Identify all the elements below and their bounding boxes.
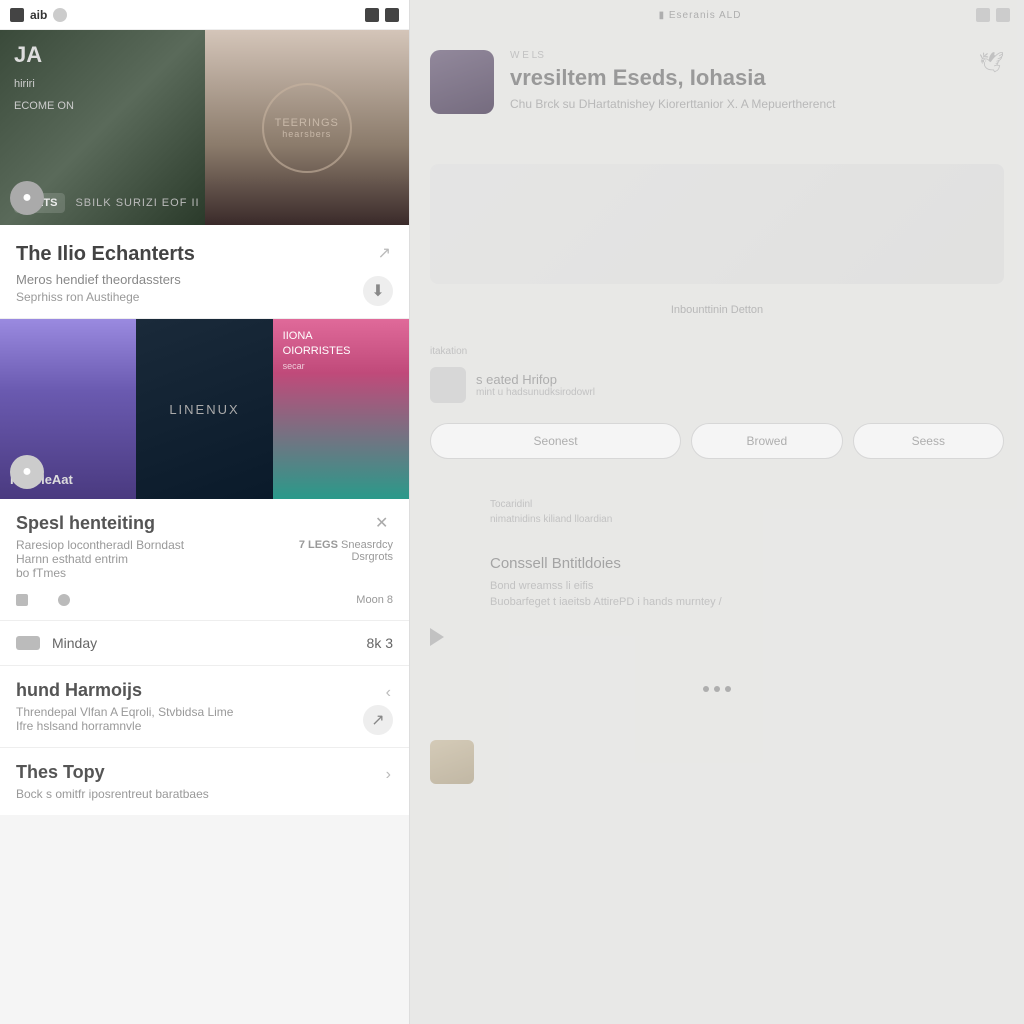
- section4-line: Bock s omitfr iposrentreut baratbaes: [16, 787, 393, 801]
- right-top-label: ▮ Eseranis ALD: [659, 10, 742, 21]
- section3-title: hund Harmoijs: [16, 680, 393, 701]
- hero-stamp: TEERINGS hearsbers: [262, 83, 352, 173]
- sec-desc: Buobarfeget t iaeitsb AttirePD i hands m…: [490, 596, 1004, 608]
- app-icon: [10, 8, 24, 22]
- thumb2-label: LINENUX: [169, 402, 239, 417]
- detail-panel: ▮ Eseranis ALD W E LS vresiltem Eseds, I…: [410, 0, 1024, 1024]
- card-echanterts[interactable]: The Ilio Echanterts Meros hendief theord…: [0, 225, 409, 319]
- hero-avatar[interactable]: ●: [10, 181, 44, 215]
- tag-label: itakation: [430, 346, 1004, 357]
- chip-thumb: [430, 367, 466, 403]
- mini-label: Minday: [52, 635, 97, 651]
- sec-overline: Tocaridinl: [490, 499, 1004, 510]
- detail-header: W E LS vresiltem Eseds, Iohasia Chu Brck…: [410, 30, 1024, 134]
- meta-icon-1: [16, 594, 28, 606]
- card-meta: Seprhiss ron Austihege: [16, 290, 393, 304]
- thumb-iiona[interactable]: IIONA OIORRISTES secar: [273, 319, 409, 499]
- detail-overline: W E LS: [510, 50, 963, 61]
- chip-sub: mint u hadsunudksirodowrl: [476, 387, 595, 398]
- meta1-label: 7 LEGS: [299, 539, 338, 551]
- stamp-bottom: hearsbers: [282, 129, 331, 139]
- detail-avatar[interactable]: [430, 50, 494, 114]
- app-label: aib: [30, 8, 47, 22]
- tray-icon-1[interactable]: [365, 8, 379, 22]
- card-title: The Ilio Echanterts: [16, 243, 393, 266]
- tray-icon-2[interactable]: [385, 8, 399, 22]
- close-icon[interactable]: ✕: [375, 513, 393, 531]
- hero-banner[interactable]: JA hiriri ECOME ON FEETS SBILK SURIZI EO…: [0, 30, 409, 225]
- section3-line2: Ifre hslsand horramnvle: [16, 719, 393, 733]
- card-harmoijs[interactable]: hund Harmoijs Threndepal Vlfan A Eqroli,…: [0, 666, 409, 748]
- detail-sub: Chu Brck su DHartatnishey Kiorerttanior …: [510, 97, 963, 111]
- pill-1[interactable]: Seonest: [430, 423, 681, 459]
- mini-value: 8k 3: [367, 635, 393, 651]
- meta3-val: Moon 8: [356, 594, 393, 606]
- sec-line: nimatnidins kiliand lloardian: [490, 514, 1004, 525]
- meta-icon-2: [58, 594, 70, 606]
- window-icon-2[interactable]: [996, 8, 1010, 22]
- bird-icon[interactable]: 🕊: [979, 50, 1004, 114]
- pill-3[interactable]: Seess: [853, 423, 1004, 459]
- sec-sub: Bond wreamss li eifis: [490, 580, 1004, 592]
- meta1-val: Sneasrdcy: [341, 539, 393, 551]
- meta2-val: Dsrgrots: [299, 551, 393, 563]
- thumb-resclecat[interactable]: RescleAat ●: [0, 319, 136, 499]
- hero-sub: SBILK SURIZI EOF II: [75, 197, 199, 209]
- preview-image: [430, 164, 1004, 284]
- section2-line3: bo fTmes: [16, 566, 393, 580]
- hero-line2: ECOME ON: [14, 100, 74, 112]
- status-dot-icon: [53, 8, 67, 22]
- thumb-linenux[interactable]: LINENUX: [136, 319, 272, 499]
- section2-title: Spesl henteiting: [16, 513, 393, 534]
- preview-caption: Inbounttinin Detton: [430, 304, 1004, 316]
- chevron-right-icon[interactable]: ›: [386, 766, 391, 784]
- play-icon[interactable]: [430, 628, 444, 646]
- pagination-dots[interactable]: [430, 686, 1004, 692]
- download-button[interactable]: ⬇: [363, 276, 393, 306]
- mini-row-minday[interactable]: Minday 8k 3: [0, 621, 409, 666]
- window-icon-1[interactable]: [976, 8, 990, 22]
- card-spesl[interactable]: Spesl henteiting Raresiop locontheradl B…: [0, 499, 409, 621]
- detail-title: vresiltem Eseds, Iohasia: [510, 65, 963, 91]
- mini-icon: [16, 636, 40, 650]
- chip-label: s eated Hrifop: [476, 372, 595, 387]
- thumbnail-row: RescleAat ● LINENUX IIONA OIORRISTES sec…: [0, 319, 409, 499]
- hero-tag: JA: [14, 42, 74, 68]
- section3-line1: Threndepal Vlfan A Eqroli, Stvbidsa Lime: [16, 705, 393, 719]
- thumb3-l1: IIONA: [283, 329, 351, 344]
- sec-title: Conssell Bntitldoies: [490, 555, 1004, 572]
- share-button[interactable]: ↗: [363, 705, 393, 735]
- section4-title: Thes Topy: [16, 762, 393, 783]
- thumb3-l2: OIORRISTES: [283, 344, 351, 359]
- right-top-bar: ▮ Eseranis ALD: [410, 0, 1024, 30]
- top-bar: aib: [0, 0, 409, 30]
- hero-line1: hiriri: [14, 78, 74, 90]
- arrow-icon[interactable]: ↗: [378, 243, 391, 263]
- pill-2[interactable]: Browed: [691, 423, 842, 459]
- chevron-left-icon[interactable]: ‹: [386, 684, 391, 702]
- stamp-top: TEERINGS: [275, 117, 339, 129]
- thumb3-l3: secar: [283, 360, 351, 373]
- card-topy[interactable]: Thes Topy Bock s omitfr iposrentreut bar…: [0, 748, 409, 815]
- thumb-avatar[interactable]: ●: [10, 455, 44, 489]
- card-line: Meros hendief theordassters: [16, 272, 393, 287]
- queue-thumb[interactable]: [430, 740, 474, 784]
